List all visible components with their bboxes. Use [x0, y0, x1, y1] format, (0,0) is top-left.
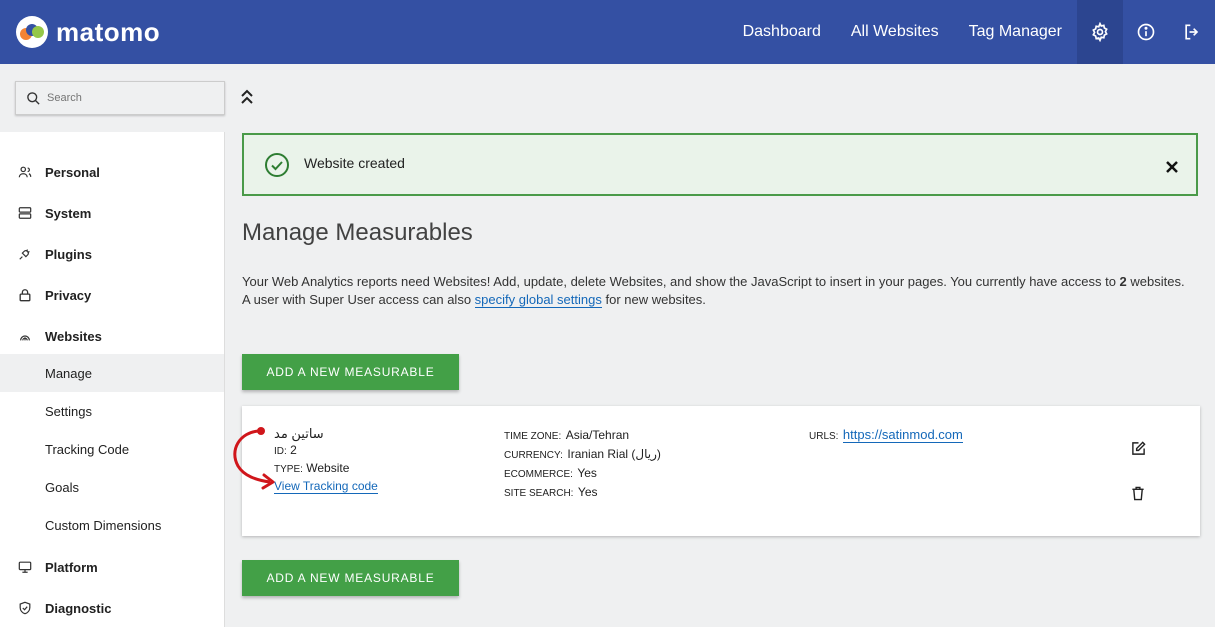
- site-id: 2: [290, 443, 297, 457]
- search-icon: [27, 91, 40, 105]
- check-circle-icon: [265, 153, 289, 177]
- lock-icon: [19, 289, 31, 302]
- help-button[interactable]: [1123, 0, 1169, 64]
- timezone-label: TIME ZONE:: [504, 431, 562, 442]
- site-urls: URLS: https://satinmod.com: [809, 426, 963, 445]
- collapse-chevrons-icon[interactable]: [240, 88, 254, 106]
- timezone-value: Asia/Tehran: [565, 428, 630, 442]
- sidebar-label: Privacy: [45, 287, 92, 303]
- logo-icon: [16, 16, 48, 48]
- websites-icon: [20, 335, 30, 341]
- urls-label: URLS:: [809, 431, 839, 442]
- sidebar-item-personal[interactable]: Personal: [0, 152, 224, 192]
- intro-part: Your Web Analytics reports need Websites…: [242, 274, 1120, 289]
- top-bar: matomo Dashboard All Websites Tag Manage…: [0, 0, 1215, 64]
- sidebar-label: Personal: [45, 164, 100, 180]
- sidebar-label: Diagnostic: [45, 600, 112, 616]
- sidebar-item-system[interactable]: System: [0, 193, 224, 233]
- currency-label: CURRENCY:: [504, 450, 563, 461]
- site-info: ساتین مد ID: 2 TYPE: Website View Tracki…: [274, 425, 378, 495]
- logout-icon: [1185, 24, 1199, 40]
- sidebar: Personal System Plugins Privacy Websites…: [0, 132, 225, 627]
- site-card: ساتین مد ID: 2 TYPE: Website View Tracki…: [242, 406, 1200, 536]
- menu-search[interactable]: [15, 81, 225, 115]
- global-settings-link[interactable]: specify global settings: [474, 292, 602, 308]
- add-measurable-button-bottom[interactable]: ADD A NEW MEASURABLE: [242, 560, 459, 596]
- site-type: Website: [306, 461, 350, 475]
- annotation-arrow-icon: [233, 427, 275, 490]
- admin-gear-button[interactable]: [1077, 0, 1123, 64]
- intro-part: for new websites.: [601, 292, 706, 307]
- success-notification: Website created: [242, 133, 1198, 196]
- nav-tag-manager[interactable]: Tag Manager: [954, 0, 1077, 64]
- plug-icon: [19, 249, 30, 260]
- sidebar-item-diagnostic[interactable]: Diagnostic: [0, 588, 224, 627]
- people-icon: [18, 166, 32, 178]
- site-name: ساتین مد: [274, 426, 324, 441]
- sidebar-item-goals[interactable]: Goals: [0, 468, 224, 506]
- sidebar-label: System: [45, 205, 92, 221]
- info-icon: [1137, 23, 1155, 41]
- website-count: 2: [1119, 274, 1127, 289]
- nav-dashboard[interactable]: Dashboard: [728, 0, 836, 64]
- ecommerce-label: ECOMMERCE:: [504, 469, 573, 480]
- ecommerce-value: Yes: [577, 466, 597, 480]
- logout-button[interactable]: [1169, 0, 1215, 64]
- gear-icon: [1092, 22, 1108, 42]
- matomo-logo[interactable]: matomo: [16, 14, 160, 50]
- site-settings: TIME ZONE: Asia/Tehran CURRENCY: Iranian…: [504, 426, 661, 502]
- shield-icon: [19, 601, 31, 615]
- sidebar-label: Websites: [45, 328, 102, 344]
- sidebar-item-custom-dimensions[interactable]: Custom Dimensions: [0, 506, 224, 544]
- sidebar-item-privacy[interactable]: Privacy: [0, 275, 224, 315]
- intro-part: websites.: [1126, 274, 1185, 289]
- notification-message: Website created: [304, 155, 405, 171]
- sidebar-item-plugins[interactable]: Plugins: [0, 234, 224, 274]
- top-nav: Dashboard All Websites Tag Manager: [728, 0, 1215, 64]
- sidebar-item-tracking-code[interactable]: Tracking Code: [0, 430, 224, 468]
- sidebar-item-websites[interactable]: Websites: [0, 316, 224, 356]
- sidebar-item-manage[interactable]: Manage: [0, 354, 224, 392]
- sidebar-label: Platform: [45, 559, 98, 575]
- intro-text: Your Web Analytics reports need Websites…: [242, 273, 1202, 309]
- view-tracking-code-link[interactable]: View Tracking code: [274, 479, 378, 494]
- sidebar-item-platform[interactable]: Platform: [0, 547, 224, 587]
- site-search-label: SITE SEARCH:: [504, 488, 574, 499]
- search-input[interactable]: [47, 92, 207, 104]
- site-url-link[interactable]: https://satinmod.com: [842, 427, 963, 443]
- currency-value: Iranian Rial (ریال): [567, 447, 661, 461]
- site-search-value: Yes: [577, 485, 598, 499]
- page-title: Manage Measurables: [242, 219, 473, 246]
- nav-all-websites[interactable]: All Websites: [836, 0, 954, 64]
- sidebar-item-settings[interactable]: Settings: [0, 392, 224, 430]
- add-measurable-button-top[interactable]: ADD A NEW MEASURABLE: [242, 354, 459, 390]
- brand-name: matomo: [56, 16, 161, 47]
- trash-icon[interactable]: [1131, 486, 1145, 501]
- edit-icon[interactable]: [1131, 441, 1146, 456]
- close-icon[interactable]: [1166, 161, 1178, 173]
- monitor-icon: [18, 561, 32, 573]
- sidebar-label: Plugins: [45, 246, 92, 262]
- intro-part: A user with Super User access can also: [242, 292, 475, 307]
- server-icon: [18, 207, 32, 219]
